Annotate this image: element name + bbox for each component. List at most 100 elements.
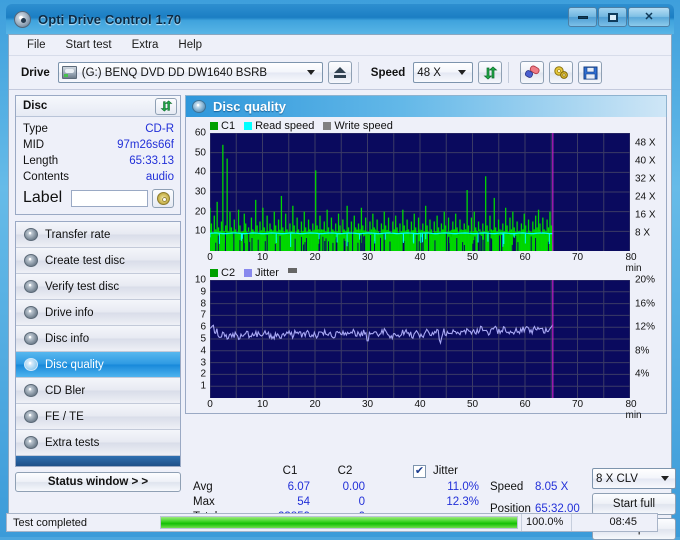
axis-tick-label: 8 X: [635, 227, 651, 239]
nav-list: Transfer rate Create test disc Verify te…: [15, 221, 181, 467]
eject-button[interactable]: [327, 61, 352, 84]
disc-icon: [24, 280, 38, 293]
axis-tick-label: 70: [571, 252, 584, 263]
disc-row-contents: Contents audio: [23, 169, 174, 185]
write-mode-select[interactable]: 8 X CLV: [592, 468, 676, 489]
axis-tick-label: 10: [256, 252, 269, 263]
window-title: Opti Drive Control 1.70: [38, 11, 182, 27]
menu-bar: File Start test Extra Help: [9, 35, 671, 56]
menu-help[interactable]: Help: [168, 36, 212, 54]
axis-tick-label: 20%: [635, 274, 656, 286]
settings-button[interactable]: [549, 61, 574, 84]
axis-tick-label: 50: [194, 147, 206, 159]
stats-avg-jitter: 11.0%: [447, 481, 479, 493]
menu-file[interactable]: File: [17, 36, 56, 54]
axis-tick-label: 70: [571, 399, 584, 410]
menu-extra[interactable]: Extra: [122, 36, 169, 54]
disc-panel-title: Disc: [23, 100, 48, 112]
legend-swatch: [323, 122, 332, 130]
legend-write-speed: Write speed: [323, 120, 393, 132]
sidebar-item-cd-bler[interactable]: CD Bler: [16, 378, 180, 404]
axis-tick-label: 0: [207, 399, 213, 410]
chevron-down-icon: [303, 64, 320, 81]
status-window-button[interactable]: Status window > >: [15, 472, 181, 492]
disc-icon: [24, 410, 38, 423]
speed-label: Speed: [370, 66, 406, 79]
disc-label-browse-button[interactable]: [152, 188, 174, 208]
disc-icon: [24, 332, 38, 345]
axis-tick-label: 80 min: [625, 399, 642, 421]
c1-plot-area[interactable]: [209, 132, 631, 251]
c2-x-axis: 0 10 20 30 40 50 60 70 80 min: [207, 399, 641, 421]
sidebar-item-disc-info[interactable]: Disc info: [16, 326, 180, 352]
menu-start-test[interactable]: Start test: [56, 36, 122, 54]
drive-select-value: (G:) BENQ DVD DD DW1640 BSRB: [81, 66, 268, 79]
sidebar-item-label: Extra tests: [45, 436, 100, 449]
disc-row-length: Length 65:33.13: [23, 153, 174, 169]
sidebar-item-verify-test-disc[interactable]: Verify test disc: [16, 274, 180, 300]
axis-tick-label: 10: [256, 399, 269, 410]
left-column: Disc Type CD-R MID 97m26s66f Length 65:3…: [15, 95, 181, 492]
c2-plot-area[interactable]: [209, 279, 631, 398]
c1-chart-legend: C1 Read speed Write speed: [186, 119, 666, 133]
disc-refresh-button[interactable]: [155, 97, 177, 115]
legend-label: Write speed: [334, 120, 393, 132]
axis-tick-label: 8%: [635, 345, 650, 357]
sidebar-item-extra-tests[interactable]: Extra tests: [16, 430, 180, 456]
start-full-button[interactable]: Start full: [592, 493, 676, 515]
axis-tick-label: 80 min: [625, 252, 642, 274]
sidebar-item-transfer-rate[interactable]: Transfer rate: [16, 222, 180, 248]
save-button[interactable]: [578, 61, 603, 84]
sidebar-item-label: Transfer rate: [45, 228, 111, 241]
stats-avg-c1: 6.07: [287, 481, 310, 493]
disc-label-input[interactable]: [71, 189, 148, 207]
disc-quality-icon: [192, 100, 206, 113]
window-frame: Opti Drive Control 1.70 ✕ File Start tes…: [0, 0, 680, 540]
axis-tick-label: 32 X: [635, 173, 656, 185]
disc-row-type: Type CD-R: [23, 121, 174, 137]
legend-swatch: [210, 122, 218, 130]
gears-icon: [554, 66, 569, 79]
axis-tick-label: 1: [200, 380, 206, 392]
sidebar-item-drive-info[interactable]: Drive info: [16, 300, 180, 326]
jitter-checkbox[interactable]: ✔: [413, 465, 426, 478]
progress-bar: [160, 516, 518, 529]
axis-tick-label: 48 X: [635, 137, 656, 149]
refresh-icon: [160, 100, 172, 112]
legend-swatch: [244, 269, 253, 277]
toolbar-divider-1: [357, 62, 359, 83]
speed-select[interactable]: 48 X: [413, 62, 474, 83]
sidebar-item-disc-quality[interactable]: Disc quality: [16, 352, 180, 378]
window-controls: ✕: [568, 7, 670, 27]
axis-tick-label: 40 X: [635, 155, 656, 167]
axis-tick-label: 60: [519, 399, 531, 410]
c2-y-axis: 1 2 3 4 5 6 7 8 9 10: [186, 275, 208, 398]
minimize-button[interactable]: [568, 7, 597, 27]
disc-label-label: Label: [23, 189, 63, 206]
disc-mid-value: 97m26s66f: [117, 139, 174, 151]
close-button[interactable]: ✕: [628, 7, 670, 27]
stats-max-c2: 0: [358, 496, 365, 508]
axis-tick-label: 4%: [635, 368, 650, 380]
toolbar-divider-2: [508, 62, 510, 83]
axis-tick-label: 5: [200, 333, 206, 345]
disc-quality-header: Disc quality: [185, 95, 667, 117]
sidebar-item-fe-te[interactable]: FE / TE: [16, 404, 180, 430]
resize-grip-icon[interactable]: [643, 514, 657, 531]
legend-swatch: [210, 269, 218, 277]
stats-max-c1: 54: [297, 496, 310, 508]
disc-icon: [24, 228, 38, 241]
axis-tick-label: 60: [194, 127, 206, 139]
axis-tick-label: 4: [200, 345, 206, 357]
axis-tick-label: 50: [466, 252, 479, 263]
axis-tick-label: 6: [200, 321, 206, 333]
progress-bar-fill: [161, 517, 517, 528]
sidebar-item-create-test-disc[interactable]: Create test disc: [16, 248, 180, 274]
maximize-button[interactable]: [598, 7, 627, 27]
legend-swatch: [244, 122, 253, 130]
axis-tick-label: 2: [200, 368, 206, 380]
eraser-button[interactable]: [520, 61, 545, 84]
refresh-button[interactable]: [478, 61, 503, 84]
client-area: File Start test Extra Help Drive (G:) BE…: [8, 34, 676, 540]
drive-select[interactable]: (G:) BENQ DVD DD DW1640 BSRB: [57, 62, 323, 83]
